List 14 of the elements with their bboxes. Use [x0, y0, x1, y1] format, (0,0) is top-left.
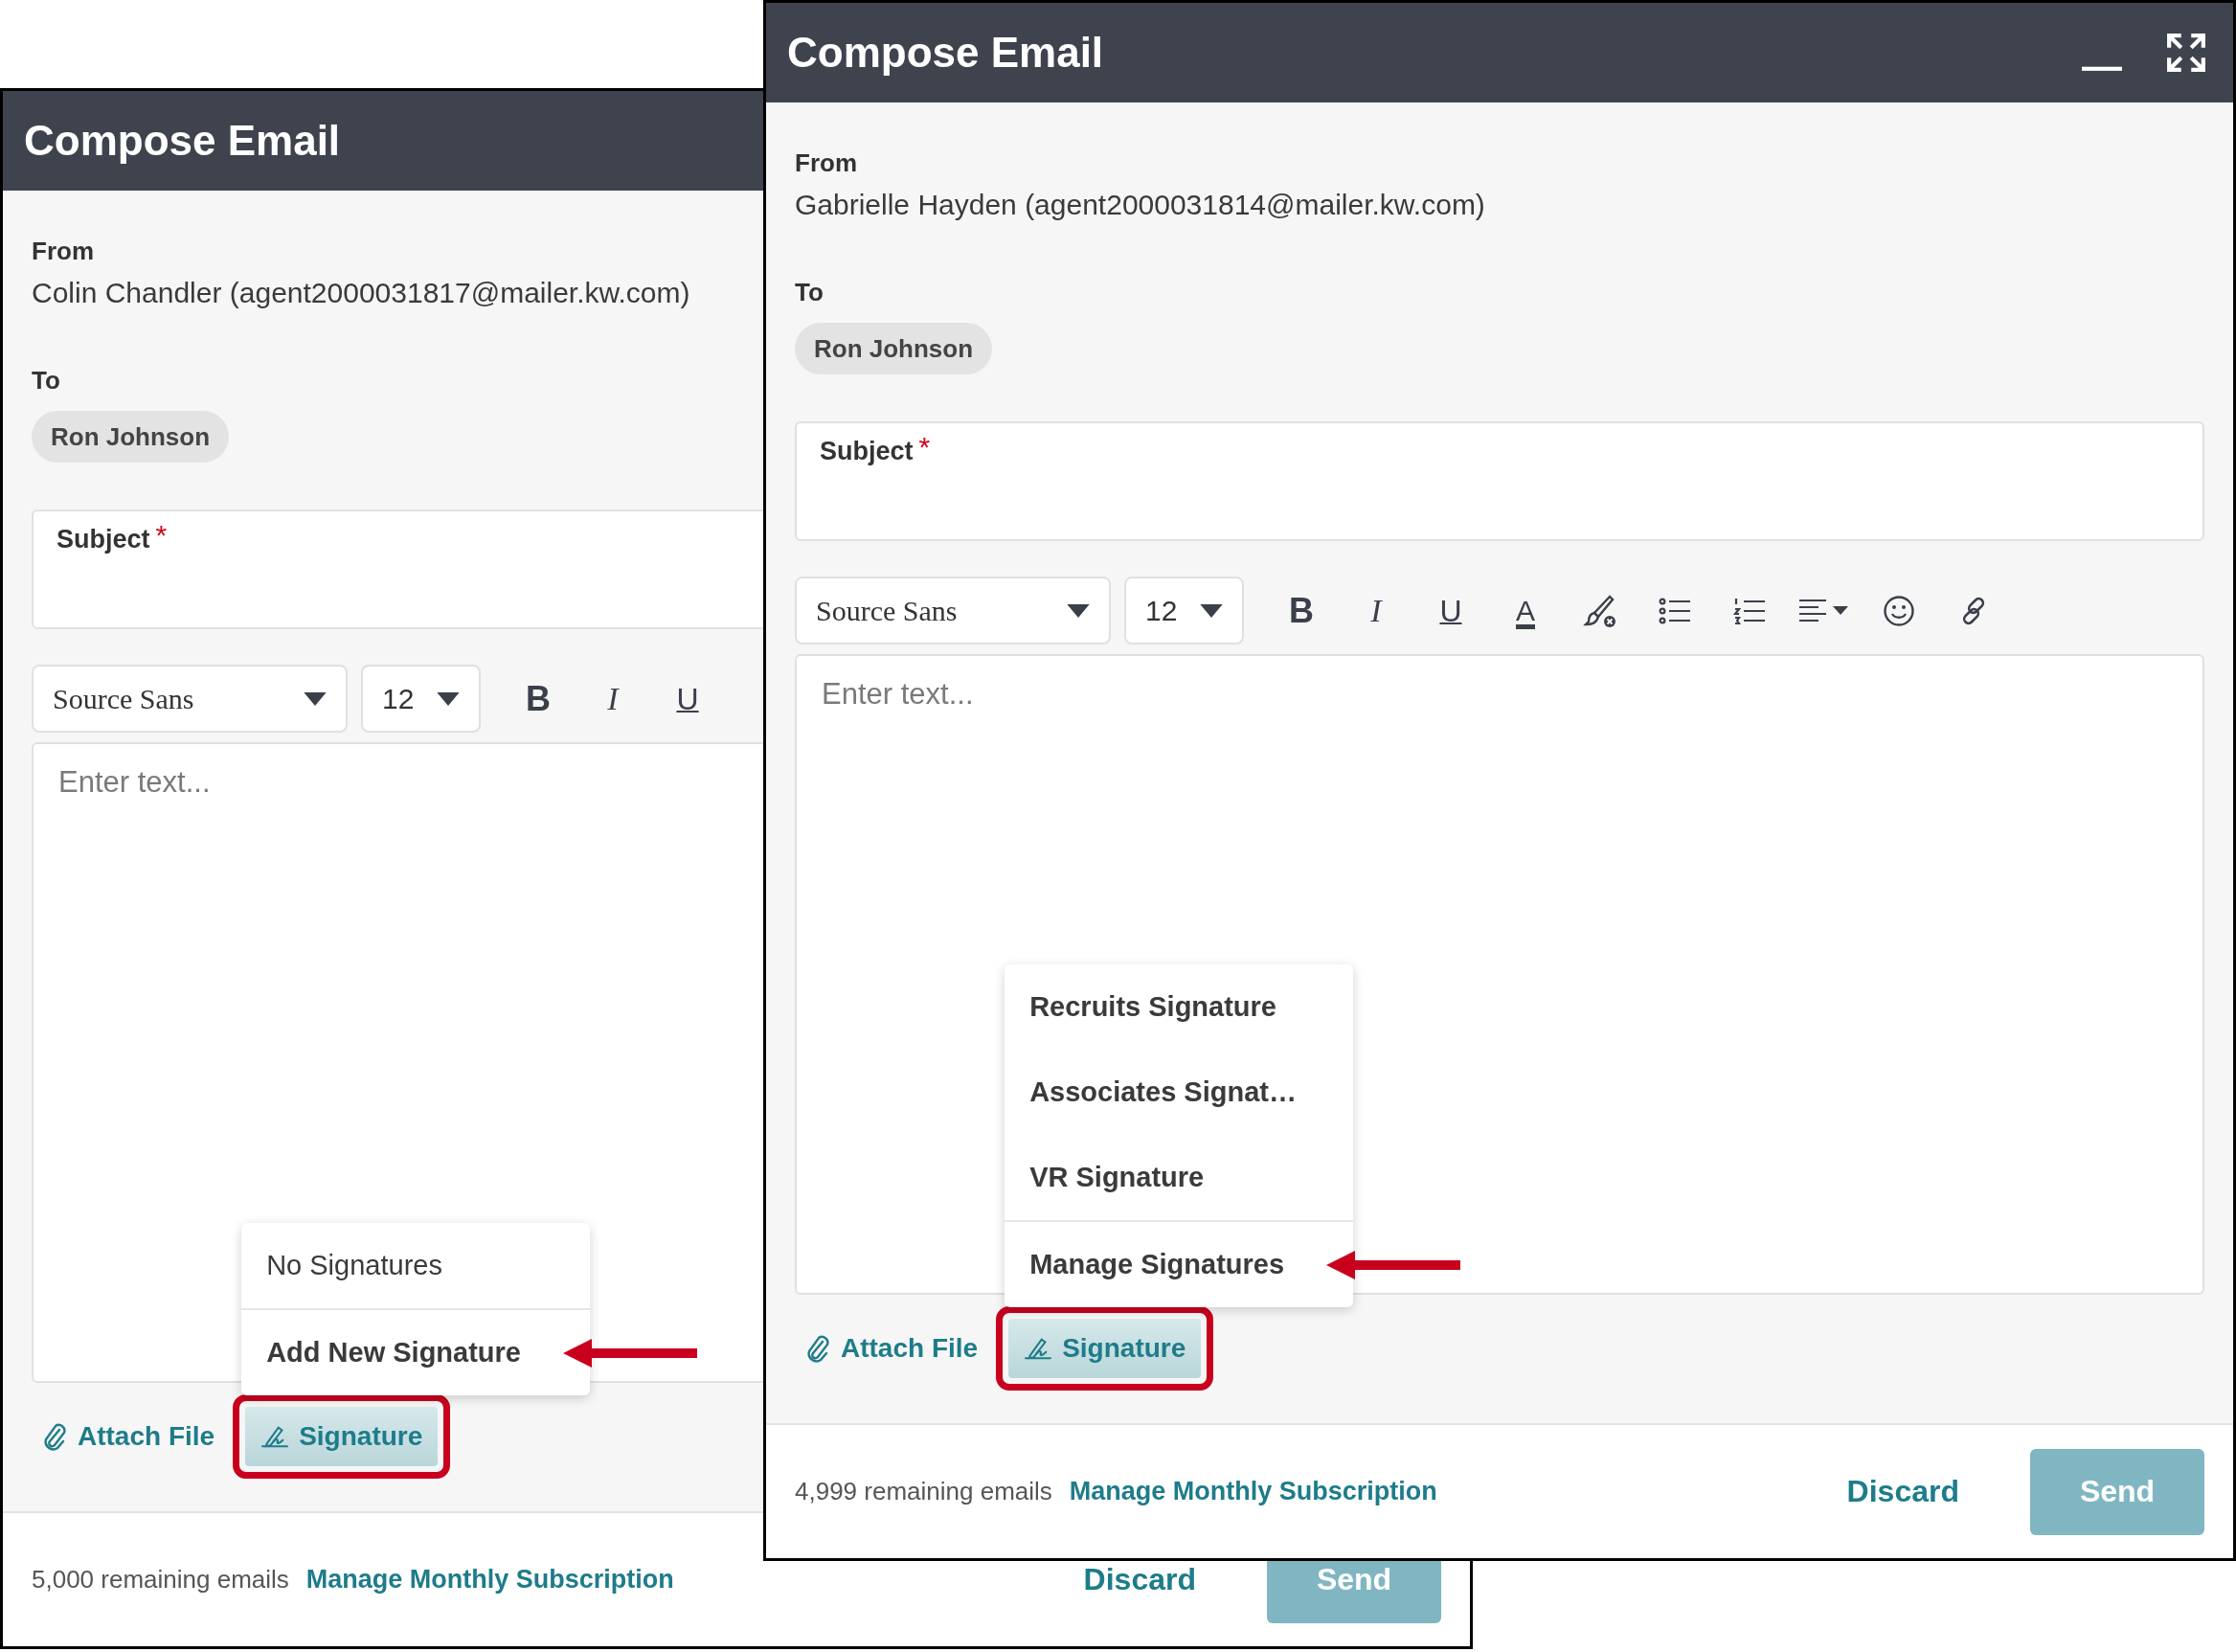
sender-address: Colin Chandler (agent2000031817@mailer.kw.com)	[32, 276, 690, 310]
subject-label: Subject	[56, 525, 150, 554]
to-label: To	[32, 365, 60, 396]
remaining-count: 4,999 remaining emails	[795, 1477, 1052, 1506]
from-label: From	[32, 236, 94, 266]
from-label: From	[795, 147, 857, 178]
window-title: Compose Email	[24, 117, 341, 165]
sender-address: Gabrielle Hayden (agent2000031814@mailer.kw.com)	[795, 188, 1485, 222]
required-mark: *	[155, 519, 168, 553]
subject-label: Subject	[820, 437, 914, 466]
remaining-count: 5,000 remaining emails	[32, 1565, 289, 1595]
required-mark: *	[918, 431, 931, 464]
to-label: To	[795, 277, 824, 307]
window-title: Compose Email	[787, 29, 1104, 77]
